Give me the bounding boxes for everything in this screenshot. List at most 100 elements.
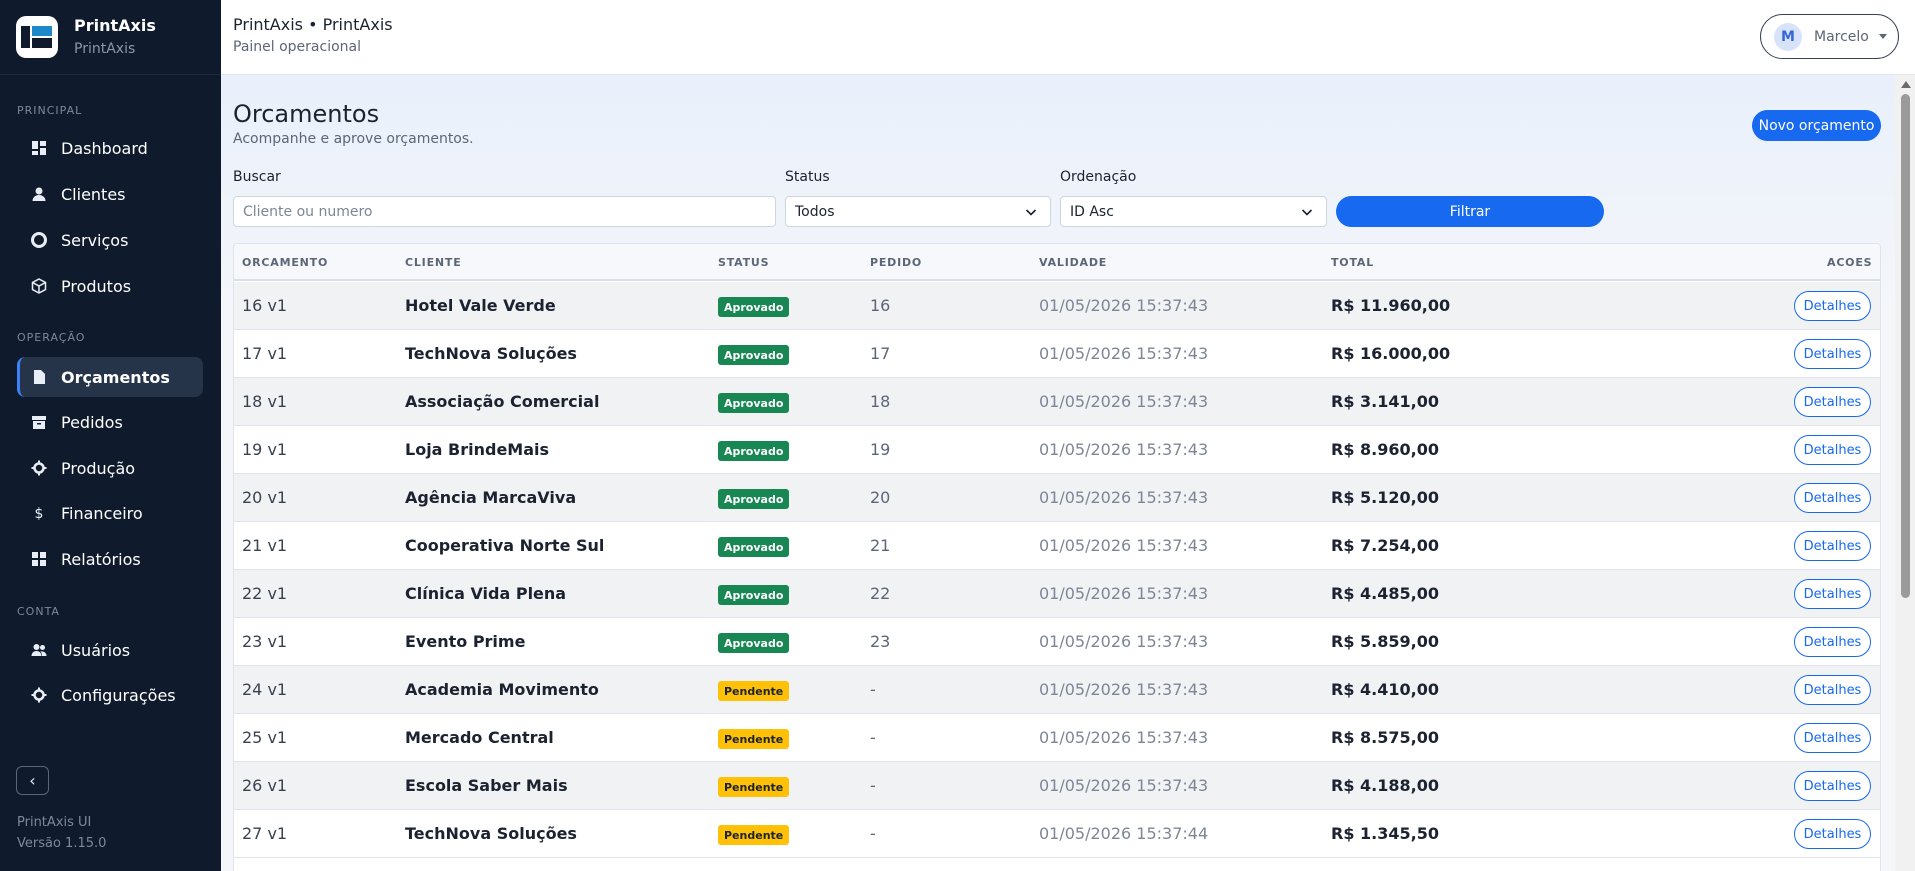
details-button[interactable]: Detalhes	[1794, 435, 1871, 465]
table-row: 24 v1 Academia Movimento Pendente - 01/05/20…	[234, 666, 1880, 714]
sidebar-item-orcamentos[interactable]: Orçamentos	[17, 357, 203, 397]
sidebar: PrintAxis PrintAxis PRINCIPAL Dashboard …	[0, 0, 221, 871]
brand-name: PrintAxis	[74, 15, 156, 35]
chevron-down-icon	[1025, 209, 1037, 216]
sidebar-divider	[0, 74, 221, 75]
sidebar-item-label: Produção	[61, 458, 136, 478]
sidebar-item-label: Usuários	[61, 640, 131, 660]
cell-total: R$ 16.000,00	[1331, 344, 1451, 363]
header-pedido: PEDIDO	[870, 256, 923, 269]
table-row: 27 v1 TechNova Soluções Pendente - 01/05/202…	[234, 810, 1880, 858]
gear-icon	[31, 232, 47, 248]
details-button[interactable]: Detalhes	[1794, 387, 1871, 417]
user-menu-button[interactable]: M Marcelo	[1760, 14, 1899, 59]
cell-validade: 01/05/2026 15:37:43	[1039, 584, 1209, 603]
cell-validade: 01/05/2026 15:37:44	[1039, 824, 1209, 843]
details-button[interactable]: Detalhes	[1794, 579, 1871, 609]
table-row: 21 v1 Cooperativa Norte Sul Aprovado 21 01/0…	[234, 522, 1880, 570]
chevron-down-icon	[1878, 34, 1887, 39]
filter-button[interactable]: Filtrar	[1336, 196, 1604, 227]
cell-pedido: -	[870, 776, 876, 795]
collapse-sidebar-button[interactable]: ‹	[16, 766, 49, 795]
cell-pedido: -	[870, 728, 876, 747]
section-label-operacao: OPERAÇÃO	[17, 331, 86, 344]
table-row: 23 v1 Evento Prime Aprovado 23 01/05/2026 15…	[234, 618, 1880, 666]
brand[interactable]: PrintAxis PrintAxis	[16, 16, 156, 58]
cell-cliente: Agência MarcaViva	[405, 488, 577, 507]
cell-validade: 01/05/2026 15:37:43	[1039, 344, 1209, 363]
cell-pedido: -	[870, 680, 876, 699]
section-label-principal: PRINCIPAL	[17, 104, 83, 117]
details-button[interactable]: Detalhes	[1794, 723, 1871, 753]
sidebar-item-label: Relatórios	[61, 549, 141, 569]
status-badge: Aprovado	[718, 537, 790, 557]
table-row: 17 v1 TechNova Soluções Aprovado 17 01/05/20…	[234, 330, 1880, 378]
details-button[interactable]: Detalhes	[1794, 531, 1871, 561]
sidebar-item-servicos[interactable]: Serviços	[17, 220, 203, 260]
details-button[interactable]: Detalhes	[1794, 291, 1871, 321]
header-validade: VALIDADE	[1039, 256, 1108, 269]
topbar-title: PrintAxis • PrintAxis	[233, 15, 393, 34]
cell-total: R$ 5.120,00	[1331, 488, 1439, 507]
order-label: Ordenação	[1060, 169, 1137, 185]
table-row: 16 v1 Hotel Vale Verde Aprovado 16 01/05/202…	[234, 282, 1880, 330]
scroll-up-icon[interactable]	[1901, 81, 1911, 88]
cell-pedido: -	[870, 824, 876, 843]
details-button[interactable]: Detalhes	[1794, 771, 1871, 801]
sidebar-item-pedidos[interactable]: Pedidos	[17, 402, 203, 442]
sidebar-item-financeiro[interactable]: $ Financeiro	[17, 493, 203, 533]
cell-total: R$ 4.410,00	[1331, 680, 1439, 699]
cell-orcamento: 21 v1	[242, 536, 288, 555]
cell-orcamento: 17 v1	[242, 344, 288, 363]
chevron-down-icon	[1301, 209, 1313, 216]
sidebar-item-label: Clientes	[61, 184, 126, 204]
sidebar-item-producao[interactable]: Produção	[17, 448, 203, 488]
sidebar-item-produtos[interactable]: Produtos	[17, 266, 203, 306]
cog-icon	[31, 460, 47, 476]
cell-validade: 01/05/2026 15:37:43	[1039, 632, 1209, 651]
new-quote-button[interactable]: Novo orçamento	[1752, 110, 1881, 141]
cell-total: R$ 4.485,00	[1331, 584, 1439, 603]
sidebar-item-label: Dashboard	[61, 138, 148, 158]
header-status: STATUS	[718, 256, 770, 269]
quotes-table: ORCAMENTO CLIENTE STATUS PEDIDO VALIDADE…	[233, 243, 1881, 871]
status-badge: Pendente	[718, 681, 790, 701]
sidebar-item-relatorios[interactable]: Relatórios	[17, 539, 203, 579]
cell-orcamento: 19 v1	[242, 440, 288, 459]
cell-total: R$ 8.960,00	[1331, 440, 1439, 459]
scroll-thumb[interactable]	[1901, 94, 1910, 598]
footer-app-name: PrintAxis UI	[17, 815, 92, 830]
sidebar-item-dashboard[interactable]: Dashboard	[17, 128, 203, 168]
cell-orcamento: 18 v1	[242, 392, 288, 411]
search-label: Buscar	[233, 169, 281, 185]
details-button[interactable]: Detalhes	[1794, 819, 1871, 849]
avatar: M	[1774, 22, 1802, 51]
order-select[interactable]: ID Asc	[1060, 196, 1327, 227]
topbar: PrintAxis • PrintAxis Painel operacional…	[221, 0, 1915, 75]
search-input[interactable]: Cliente ou numero	[233, 196, 776, 227]
details-button[interactable]: Detalhes	[1794, 483, 1871, 513]
cell-validade: 01/05/2026 15:37:43	[1039, 392, 1209, 411]
report-icon	[31, 551, 47, 567]
document-icon	[31, 369, 47, 385]
cell-validade: 01/05/2026 15:37:43	[1039, 776, 1209, 795]
status-badge: Aprovado	[718, 345, 790, 365]
status-badge: Pendente	[718, 825, 790, 845]
sidebar-item-usuarios[interactable]: Usuários	[17, 630, 203, 670]
details-button[interactable]: Detalhes	[1794, 627, 1871, 657]
table-row: 26 v1 Escola Saber Mais Pendente - 01/05/202…	[234, 762, 1880, 810]
table-header: ORCAMENTO CLIENTE STATUS PEDIDO VALIDADE…	[234, 244, 1880, 281]
scrollbar[interactable]	[1895, 75, 1915, 871]
sidebar-item-clientes[interactable]: Clientes	[17, 174, 203, 214]
details-button[interactable]: Detalhes	[1794, 675, 1871, 705]
status-badge: Aprovado	[718, 441, 790, 461]
cell-cliente: Escola Saber Mais	[405, 776, 568, 795]
table-row: 20 v1 Agência MarcaViva Aprovado 20 01/05/20…	[234, 474, 1880, 522]
status-badge: Aprovado	[718, 585, 790, 605]
cell-validade: 01/05/2026 15:37:43	[1039, 728, 1209, 747]
status-select[interactable]: Todos	[785, 196, 1051, 227]
status-badge: Aprovado	[718, 633, 790, 653]
user-name: Marcelo	[1814, 28, 1869, 45]
details-button[interactable]: Detalhes	[1794, 339, 1871, 369]
sidebar-item-configuracoes[interactable]: Configurações	[17, 675, 203, 715]
